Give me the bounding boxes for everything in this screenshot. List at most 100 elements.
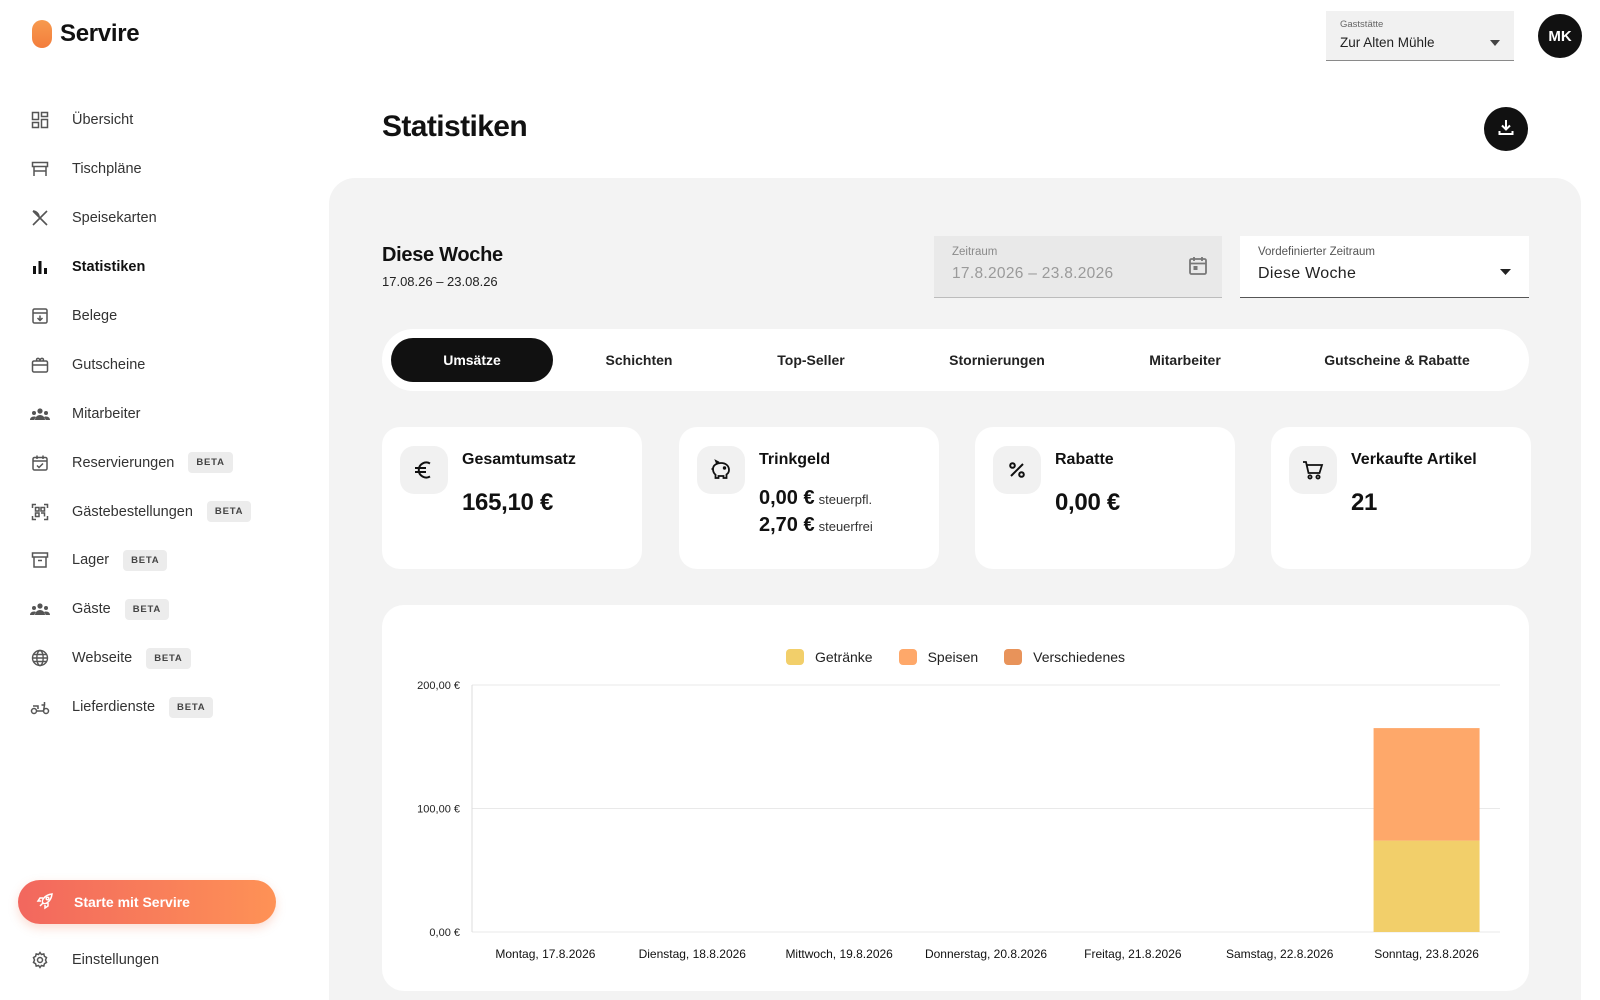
x-tick-label: Sonntag, 23.8.2026 [1374,947,1479,961]
cutlery-icon [30,208,50,228]
kpi-taxfree-label: steuerfrei [818,519,873,534]
archive-icon [30,550,50,570]
kpi-value: 0,00 € [1055,489,1120,516]
x-tick-label: Donnerstag, 20.8.2026 [925,947,1047,961]
piggy-bank-icon [697,446,745,494]
brand-name: Servire [60,20,140,47]
sidebar-item-statistiken[interactable]: Statistiken [30,243,310,292]
range-dates: 17.08.26 – 23.08.26 [382,274,498,289]
range-title: Diese Woche [382,244,503,266]
sidebar-item-label: Speisekarten [72,210,157,227]
kpi-taxable-value: 0,00 € [759,487,815,509]
beta-badge: BETA [188,452,233,474]
kpi-card-tips: Trinkgeld 0,00 € steuerpfl. 2,70 € steuerf… [679,427,939,569]
beta-badge: BETA [169,696,214,718]
caret-down-icon [1500,262,1511,280]
venue-label: Gaststätte [1340,19,1384,30]
zeitraum-field[interactable]: Zeitraum 17.8.2026 – 23.8.2026 [934,236,1222,298]
receipt-box-icon [30,306,50,326]
beta-badge: BETA [123,549,168,571]
user-avatar[interactable]: MK [1538,14,1582,58]
team-icon [30,404,50,424]
sidebar-item-label: Statistiken [72,259,146,276]
sidebar-item-label: Webseite [72,650,133,667]
x-tick-label: Montag, 17.8.2026 [495,947,595,961]
preset-value: Diese Woche [1258,265,1357,282]
settings-label: Einstellungen [72,952,160,968]
start-servire-button[interactable]: Starte mit Servire [18,880,276,924]
shopping-cart-icon [1289,446,1337,494]
venue-value: Zur Alten Mühle [1340,35,1435,50]
x-tick-label: Freitag, 21.8.2026 [1084,947,1182,961]
sidebar-item-einstellungen[interactable]: Einstellungen [30,950,159,970]
sidebar-item-reservierungen[interactable]: Reservierungen BETA [30,438,310,487]
kpi-value: 165,10 € [462,489,554,516]
sidebar-item-tischplaene[interactable]: Tischpläne [30,145,310,194]
logo[interactable]: Servire [32,20,140,48]
caret-down-icon [1490,33,1500,51]
logo-mark-icon [32,20,52,48]
download-button[interactable] [1484,107,1528,151]
calendar-icon[interactable] [1186,254,1210,283]
gift-card-icon [30,355,50,375]
bar-segment [1373,840,1480,932]
beta-badge: BETA [146,647,191,669]
sidebar-item-gaestebestellungen[interactable]: Gästebestellungen BETA [30,487,310,536]
sidebar-item-label: Belege [72,308,118,324]
sidebar-item-label: Tischpläne [72,161,142,178]
y-tick-label: 200,00 € [417,680,460,692]
x-tick-label: Mittwoch, 19.8.2026 [785,947,893,961]
x-tick-label: Dienstag, 18.8.2026 [639,947,747,961]
tab-top-seller[interactable]: Top-Seller [725,338,897,382]
sidebar-item-belege[interactable]: Belege [30,292,310,341]
y-tick-label: 100,00 € [417,804,460,816]
sidebar-item-label: Lager [72,552,110,569]
kpi-card-items-sold: Verkaufte Artikel 21 [1271,427,1531,569]
table-icon [30,159,50,179]
kpi-title: Gesamtumsatz [462,451,576,468]
kpi-line-taxfree: 2,70 € steuerfrei [759,514,873,537]
globe-icon [30,648,50,668]
sidebar-item-uebersicht[interactable]: Übersicht [30,96,310,145]
beta-badge: BETA [206,501,252,523]
kpi-card-revenue: Gesamtumsatz 165,10 € [382,427,642,569]
preset-label: Vordefinierter Zeitraum [1258,246,1375,258]
bar-chart-icon [30,257,50,277]
sidebar-item-gaeste[interactable]: Gäste BETA [30,585,310,634]
euro-icon [400,446,448,494]
percent-icon [993,446,1041,494]
sidebar-item-label: Mitarbeiter [72,405,141,422]
scooter-icon [30,697,50,717]
sidebar-item-label: Reservierungen [72,454,175,471]
sidebar-item-lager[interactable]: Lager BETA [30,536,310,585]
venue-select[interactable]: Gaststätte Zur Alten Mühle [1326,11,1514,61]
sidebar-item-label: Gäste [72,601,111,618]
zeitraum-label: Zeitraum [952,246,998,258]
qr-code-icon [30,502,50,522]
sidebar-item-label: Gästebestellungen [72,503,193,520]
kpi-card-discounts: Rabatte 0,00 € [975,427,1235,569]
guests-icon [30,599,50,619]
tab-stornierungen[interactable]: Stornierungen [897,338,1097,382]
sidebar-item-speisekarten[interactable]: Speisekarten [30,194,310,243]
sidebar-item-lieferdienste[interactable]: Lieferdienste BETA [30,683,310,732]
sidebar-item-label: Übersicht [72,112,134,129]
kpi-taxfree-value: 2,70 € [759,514,815,536]
stats-tabs: Umsätze Schichten Top-Seller Stornierung… [382,329,1529,391]
revenue-chart: 200,00 € 100,00 € 0,00 € Montag, 17.8.2026 D… [417,680,1500,961]
tab-gutscheine-rabatte[interactable]: Gutscheine & Rabatte [1273,338,1521,382]
tab-mitarbeiter[interactable]: Mitarbeiter [1097,338,1273,382]
start-servire-label: Starte mit Servire [74,894,190,910]
kpi-title: Verkaufte Artikel [1351,451,1477,468]
sidebar-item-gutscheine[interactable]: Gutscheine [30,340,310,389]
sidebar-item-label: Lieferdienste [72,699,156,716]
dashboard-icon [30,110,50,130]
tab-umsaetze[interactable]: Umsätze [391,338,553,382]
sidebar-nav: Übersicht Tischpläne Speisekarten Statis… [30,96,310,732]
sidebar-item-webseite[interactable]: Webseite BETA [30,634,310,683]
kpi-title: Trinkgeld [759,451,831,468]
tab-schichten[interactable]: Schichten [553,338,725,382]
preset-select[interactable]: Vordefinierter Zeitraum Diese Woche [1240,236,1529,298]
sidebar-item-mitarbeiter[interactable]: Mitarbeiter [30,389,310,438]
beta-badge: BETA [124,598,170,620]
